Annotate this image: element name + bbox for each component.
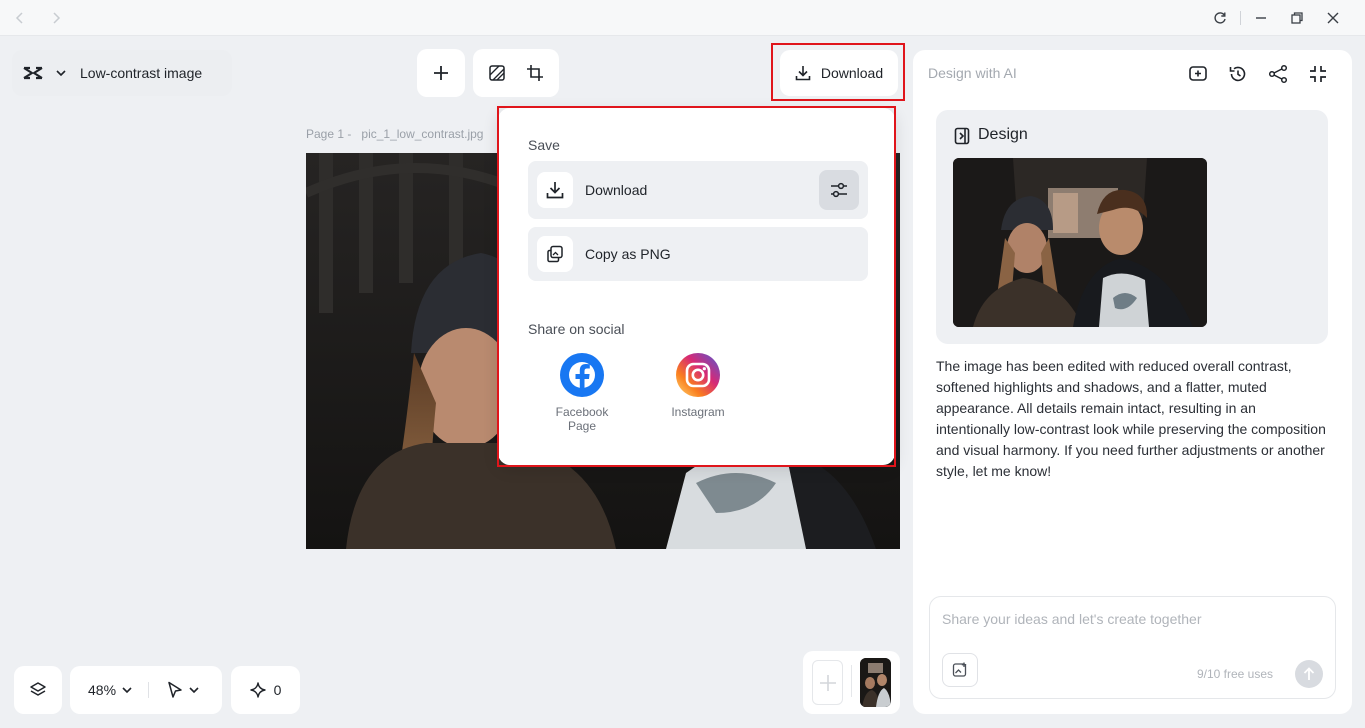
new-chat-icon[interactable]	[1186, 62, 1210, 86]
layers-icon	[30, 682, 46, 696]
window-titlebar	[0, 0, 1365, 36]
page-label: Page 1 - pic_1_low_contrast.jpg	[306, 127, 483, 141]
download-menu-item[interactable]: Download	[528, 161, 868, 219]
capcut-logo-icon	[22, 65, 44, 81]
pointer-tool-icon[interactable]	[167, 681, 183, 699]
back-arrow-icon[interactable]	[10, 8, 30, 28]
download-button-label: Download	[820, 65, 884, 81]
chat-input[interactable]	[942, 611, 1322, 627]
ai-design-panel: Design with AI Design The image has been…	[913, 50, 1352, 714]
project-menu[interactable]: Low-contrast image	[12, 50, 232, 96]
copy-as-png-label: Copy as PNG	[585, 246, 671, 262]
download-icon	[795, 65, 811, 81]
ai-credits-count: 0	[273, 682, 282, 698]
send-button[interactable]	[1295, 660, 1323, 688]
workflow-icon[interactable]	[1266, 62, 1290, 86]
pages-strip	[803, 651, 900, 714]
minimize-icon[interactable]	[1251, 8, 1271, 28]
titlebar-divider	[1240, 11, 1241, 25]
plus-icon	[434, 66, 448, 80]
download-menu-label: Download	[585, 182, 648, 198]
design-result-card[interactable]: Design	[936, 110, 1328, 344]
download-button[interactable]: Download	[780, 50, 898, 96]
design-thumbnail[interactable]	[953, 158, 1207, 327]
project-title[interactable]: Low-contrast image	[80, 65, 202, 81]
free-uses-counter: 9/10 free uses	[1196, 667, 1273, 681]
chevron-down-icon[interactable]	[122, 686, 132, 694]
add-page-button[interactable]	[812, 660, 843, 705]
zoom-divider	[148, 682, 150, 698]
sparkle-icon	[249, 682, 266, 698]
zoom-level[interactable]: 48%	[88, 682, 116, 698]
save-section-title: Save	[528, 137, 560, 153]
file-name-label: pic_1_low_contrast.jpg	[361, 127, 484, 141]
background-remove-icon[interactable]	[488, 64, 506, 82]
download-settings-button[interactable]	[819, 170, 859, 210]
design-card-title: Design	[978, 126, 1028, 143]
tool-group	[473, 49, 559, 97]
reload-icon[interactable]	[1210, 8, 1230, 28]
pages-divider	[851, 665, 852, 697]
layers-button[interactable]	[14, 666, 62, 714]
facebook-label-line2: Page	[567, 419, 596, 433]
facebook-icon	[560, 353, 604, 397]
ai-credits-button[interactable]: 0	[231, 666, 300, 714]
close-icon[interactable]	[1323, 8, 1343, 28]
sliders-icon	[831, 182, 847, 198]
share-section-title: Share on social	[528, 321, 625, 337]
design-doc-icon	[954, 127, 970, 145]
copy-as-png-menu-item[interactable]: Copy as PNG	[528, 227, 868, 281]
facebook-label-line1: Facebook	[555, 405, 609, 419]
page-number-label: Page 1 -	[306, 127, 352, 141]
forward-arrow-icon[interactable]	[46, 8, 66, 28]
chevron-down-icon[interactable]	[56, 69, 66, 77]
resize-icon[interactable]	[526, 64, 544, 82]
download-menu: Save Download Copy as PNG Share on socia…	[498, 108, 895, 465]
chevron-down-icon[interactable]	[189, 686, 199, 694]
instagram-label: Instagram	[671, 405, 725, 419]
restore-icon[interactable]	[1287, 8, 1307, 28]
chat-composer: 9/10 free uses	[929, 596, 1336, 699]
history-icon[interactable]	[1226, 62, 1250, 86]
attach-image-button[interactable]	[942, 653, 978, 687]
ai-panel-title: Design with AI	[928, 65, 1017, 81]
share-facebook-page[interactable]: Facebook Page	[542, 353, 622, 433]
plus-icon	[819, 674, 836, 691]
share-instagram[interactable]: Instagram	[658, 353, 738, 419]
copy-image-icon	[537, 236, 573, 272]
ai-response-message: The image has been edited with reduced o…	[936, 358, 1326, 479]
collapse-icon[interactable]	[1306, 62, 1330, 86]
arrow-up-icon	[1303, 667, 1315, 680]
zoom-controls: 48%	[70, 666, 222, 714]
add-image-icon	[952, 662, 967, 677]
instagram-icon	[676, 353, 720, 397]
download-icon	[537, 172, 573, 208]
add-button[interactable]	[417, 49, 465, 97]
page-thumbnail[interactable]	[860, 658, 891, 707]
